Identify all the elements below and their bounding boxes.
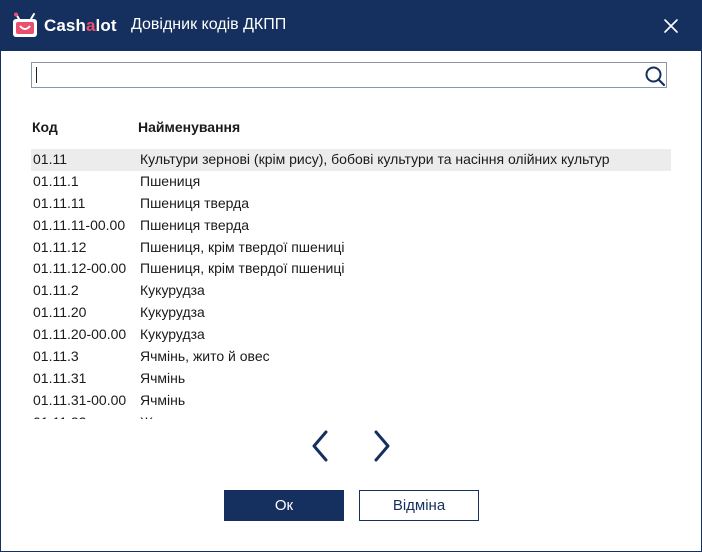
row-name: Пшениця тверда xyxy=(140,216,250,233)
cancel-button[interactable]: Відміна xyxy=(359,490,479,521)
row-code: 01.11.31-00.00 xyxy=(33,391,127,408)
table-row[interactable]: 01.11.31-00.00 Ячмінь xyxy=(31,390,671,412)
table-row[interactable]: 01.11.20-00.00 Кукурудза xyxy=(31,324,671,346)
row-name: Кукурудза xyxy=(140,304,205,321)
logo-text: Cashalot xyxy=(44,16,117,35)
row-name: Кукурудза xyxy=(140,282,205,299)
row-code: 01.11.31 xyxy=(33,369,87,386)
table-row[interactable]: 01.11.12 Пшениця, крім твердої пшениці xyxy=(31,237,671,259)
row-code: 01.11.11 xyxy=(33,194,86,211)
row-name: Жито xyxy=(140,412,175,419)
row-name: Культури зернові (крім рису), бобові кул… xyxy=(140,151,610,167)
row-code: 01.11.12 xyxy=(33,238,87,255)
row-name: Кукурудза xyxy=(140,326,205,343)
window-title: Довідник кодів ДКПП xyxy=(131,16,287,33)
row-code: 01.11.3 xyxy=(33,348,79,365)
table-row[interactable]: 01.11.1 Пшениця xyxy=(31,171,671,193)
search-input[interactable] xyxy=(34,65,634,85)
row-code: 01.11.20 xyxy=(33,304,87,321)
row-name: Ячмінь xyxy=(140,369,186,386)
text-caret xyxy=(36,67,37,83)
table-row[interactable]: 01.11.32 Жито xyxy=(31,412,671,419)
title-bar: Cashalot Довідник кодів ДКПП xyxy=(0,0,702,51)
table-row[interactable]: 01.11.11-00.00 Пшениця тверда xyxy=(31,215,671,237)
table-row[interactable]: 01.11.12-00.00 Пшениця, крім твердої пшен… xyxy=(31,258,671,280)
table-row[interactable]: 01.11.3 Ячмінь, жито й овес xyxy=(31,346,671,368)
table-row[interactable]: 01.11.2 Кукурудза xyxy=(31,280,671,302)
row-code: 01.11.20-00.00 xyxy=(33,326,127,343)
row-code: 01.11.1 xyxy=(33,172,79,189)
row-name: Ячмінь xyxy=(140,391,186,408)
row-code: 01.11 xyxy=(33,151,67,167)
dkpp-code-list[interactable]: 01.11 Культури зернові (крім рису), бобов… xyxy=(31,149,671,419)
row-code: 01.11.12-00.00 xyxy=(33,260,127,277)
close-icon[interactable] xyxy=(660,15,682,37)
row-name: Пшениця xyxy=(140,172,201,189)
previous-page-icon[interactable] xyxy=(309,430,331,462)
row-code: 01.11.2 xyxy=(33,282,79,299)
row-name: Ячмінь, жито й овес xyxy=(140,348,270,365)
cashalot-logo-icon xyxy=(13,12,37,37)
app-logo: Cashalot xyxy=(11,12,117,40)
column-header-name[interactable]: Найменування xyxy=(138,119,240,135)
table-row[interactable]: 01.11.31 Ячмінь xyxy=(31,368,671,390)
ok-button[interactable]: Ок xyxy=(224,490,344,521)
row-name: Пшениця, крім твердої пшениці xyxy=(140,238,345,255)
row-code: 01.11.11-00.00 xyxy=(33,216,126,233)
row-name: Пшениця тверда xyxy=(140,194,250,211)
search-box xyxy=(31,62,667,88)
table-row[interactable]: 01.11.20 Кукурудза xyxy=(31,302,671,324)
table-row[interactable]: 01.11 Культури зернові (крім рису), бобов… xyxy=(31,149,671,171)
row-code: 01.11.32 xyxy=(33,412,86,419)
table-row[interactable]: 01.11.11 Пшениця тверда xyxy=(31,193,671,215)
search-icon[interactable] xyxy=(644,65,666,87)
row-name: Пшениця, крім твердої пшениці xyxy=(140,260,345,277)
next-page-icon[interactable] xyxy=(371,430,393,462)
column-header-code[interactable]: Код xyxy=(32,119,58,135)
